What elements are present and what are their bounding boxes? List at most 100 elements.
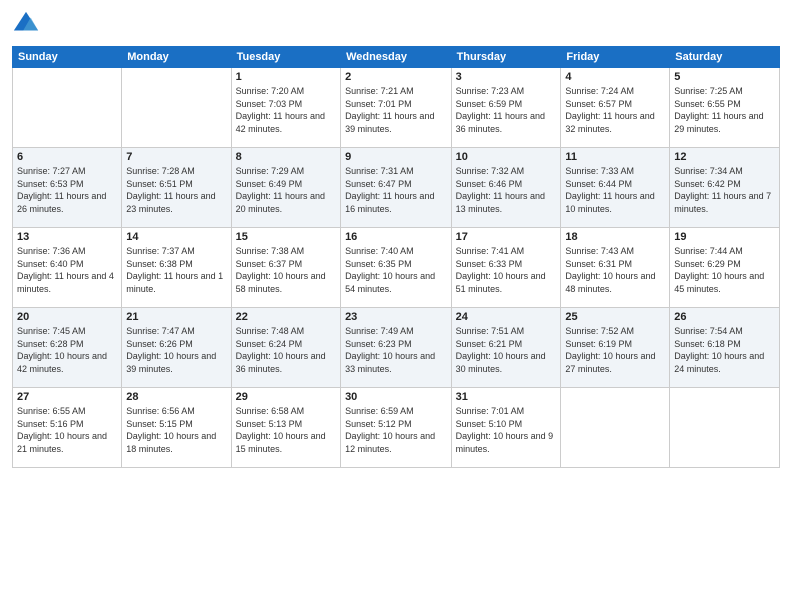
day-number: 3	[456, 71, 557, 83]
day-info: Sunrise: 7:45 AMSunset: 6:28 PMDaylight:…	[17, 325, 117, 375]
day-info: Sunrise: 7:54 AMSunset: 6:18 PMDaylight:…	[674, 325, 775, 375]
day-number: 15	[236, 231, 336, 243]
day-info: Sunrise: 7:27 AMSunset: 6:53 PMDaylight:…	[17, 165, 117, 215]
day-number: 20	[17, 311, 117, 323]
calendar-cell: 30Sunrise: 6:59 AMSunset: 5:12 PMDayligh…	[341, 388, 452, 468]
day-info: Sunrise: 7:48 AMSunset: 6:24 PMDaylight:…	[236, 325, 336, 375]
calendar-week-row: 6 Sunrise: 7:27 AMSunset: 6:53 PMDaylight…	[13, 148, 780, 228]
day-number: 1	[236, 71, 336, 83]
day-info: Sunrise: 7:43 AMSunset: 6:31 PMDaylight:…	[565, 245, 665, 295]
calendar-cell: 19 Sunrise: 7:44 AMSunset: 6:29 PMDayligh…	[670, 228, 780, 308]
day-info: Sunrise: 7:01 AMSunset: 5:10 PMDaylight:…	[456, 405, 557, 455]
day-number: 29	[236, 391, 336, 403]
calendar: SundayMondayTuesdayWednesdayThursdayFrid…	[12, 46, 780, 468]
day-number: 9	[345, 151, 447, 163]
day-number: 14	[126, 231, 226, 243]
day-number: 18	[565, 231, 665, 243]
day-number: 23	[345, 311, 447, 323]
day-number: 31	[456, 391, 557, 403]
calendar-week-row: 13 Sunrise: 7:36 AMSunset: 6:40 PMDayligh…	[13, 228, 780, 308]
day-info: Sunrise: 7:37 AMSunset: 6:38 PMDaylight:…	[126, 245, 226, 295]
day-number: 10	[456, 151, 557, 163]
day-number: 21	[126, 311, 226, 323]
day-info: Sunrise: 7:31 AMSunset: 6:47 PMDaylight:…	[345, 165, 447, 215]
calendar-cell	[13, 68, 122, 148]
day-number: 4	[565, 71, 665, 83]
logo	[12, 10, 44, 38]
calendar-cell: 10Sunrise: 7:32 AMSunset: 6:46 PMDayligh…	[451, 148, 561, 228]
day-number: 11	[565, 151, 665, 163]
day-number: 13	[17, 231, 117, 243]
calendar-cell: 5 Sunrise: 7:25 AMSunset: 6:55 PMDaylight…	[670, 68, 780, 148]
calendar-cell: 16 Sunrise: 7:40 AMSunset: 6:35 PMDayligh…	[341, 228, 452, 308]
weekday-header-cell: Tuesday	[231, 47, 340, 68]
day-info: Sunrise: 7:38 AMSunset: 6:37 PMDaylight:…	[236, 245, 336, 295]
calendar-body: 1Sunrise: 7:20 AMSunset: 7:03 PMDaylight…	[13, 68, 780, 468]
calendar-cell: 9 Sunrise: 7:31 AMSunset: 6:47 PMDaylight…	[341, 148, 452, 228]
calendar-cell: 25Sunrise: 7:52 AMSunset: 6:19 PMDayligh…	[561, 308, 670, 388]
calendar-cell: 1Sunrise: 7:20 AMSunset: 7:03 PMDaylight…	[231, 68, 340, 148]
calendar-cell: 31 Sunrise: 7:01 AMSunset: 5:10 PMDayligh…	[451, 388, 561, 468]
weekday-header-cell: Sunday	[13, 47, 122, 68]
calendar-cell: 2 Sunrise: 7:21 AMSunset: 7:01 PMDaylight…	[341, 68, 452, 148]
calendar-cell: 22Sunrise: 7:48 AMSunset: 6:24 PMDayligh…	[231, 308, 340, 388]
day-info: Sunrise: 7:49 AMSunset: 6:23 PMDaylight:…	[345, 325, 447, 375]
day-info: Sunrise: 6:58 AMSunset: 5:13 PMDaylight:…	[236, 405, 336, 455]
calendar-cell: 26 Sunrise: 7:54 AMSunset: 6:18 PMDayligh…	[670, 308, 780, 388]
calendar-cell: 8Sunrise: 7:29 AMSunset: 6:49 PMDaylight…	[231, 148, 340, 228]
day-number: 5	[674, 71, 775, 83]
calendar-week-row: 1Sunrise: 7:20 AMSunset: 7:03 PMDaylight…	[13, 68, 780, 148]
weekday-header-cell: Monday	[122, 47, 231, 68]
day-number: 25	[565, 311, 665, 323]
calendar-cell: 29 Sunrise: 6:58 AMSunset: 5:13 PMDayligh…	[231, 388, 340, 468]
day-number: 28	[126, 391, 226, 403]
calendar-cell: 20 Sunrise: 7:45 AMSunset: 6:28 PMDayligh…	[13, 308, 122, 388]
calendar-cell: 6 Sunrise: 7:27 AMSunset: 6:53 PMDaylight…	[13, 148, 122, 228]
weekday-header-cell: Thursday	[451, 47, 561, 68]
day-info: Sunrise: 7:23 AMSunset: 6:59 PMDaylight:…	[456, 85, 557, 135]
calendar-cell: 7Sunrise: 7:28 AMSunset: 6:51 PMDaylight…	[122, 148, 231, 228]
calendar-week-row: 27Sunrise: 6:55 AMSunset: 5:16 PMDayligh…	[13, 388, 780, 468]
header	[12, 10, 780, 38]
weekday-header-cell: Saturday	[670, 47, 780, 68]
day-info: Sunrise: 7:47 AMSunset: 6:26 PMDaylight:…	[126, 325, 226, 375]
calendar-week-row: 20 Sunrise: 7:45 AMSunset: 6:28 PMDayligh…	[13, 308, 780, 388]
day-number: 19	[674, 231, 775, 243]
calendar-cell: 17Sunrise: 7:41 AMSunset: 6:33 PMDayligh…	[451, 228, 561, 308]
calendar-cell: 18 Sunrise: 7:43 AMSunset: 6:31 PMDayligh…	[561, 228, 670, 308]
calendar-cell: 12 Sunrise: 7:34 AMSunset: 6:42 PMDayligh…	[670, 148, 780, 228]
day-info: Sunrise: 7:44 AMSunset: 6:29 PMDaylight:…	[674, 245, 775, 295]
calendar-cell: 13 Sunrise: 7:36 AMSunset: 6:40 PMDayligh…	[13, 228, 122, 308]
calendar-cell: 11 Sunrise: 7:33 AMSunset: 6:44 PMDayligh…	[561, 148, 670, 228]
day-number: 8	[236, 151, 336, 163]
calendar-cell: 28 Sunrise: 6:56 AMSunset: 5:15 PMDayligh…	[122, 388, 231, 468]
day-number: 6	[17, 151, 117, 163]
day-info: Sunrise: 7:40 AMSunset: 6:35 PMDaylight:…	[345, 245, 447, 295]
day-number: 12	[674, 151, 775, 163]
day-number: 26	[674, 311, 775, 323]
day-info: Sunrise: 7:34 AMSunset: 6:42 PMDaylight:…	[674, 165, 775, 215]
calendar-cell: 14 Sunrise: 7:37 AMSunset: 6:38 PMDayligh…	[122, 228, 231, 308]
day-info: Sunrise: 7:36 AMSunset: 6:40 PMDaylight:…	[17, 245, 117, 295]
day-info: Sunrise: 7:33 AMSunset: 6:44 PMDaylight:…	[565, 165, 665, 215]
calendar-cell	[561, 388, 670, 468]
calendar-cell: 3 Sunrise: 7:23 AMSunset: 6:59 PMDaylight…	[451, 68, 561, 148]
day-info: Sunrise: 7:25 AMSunset: 6:55 PMDaylight:…	[674, 85, 775, 135]
day-info: Sunrise: 6:55 AMSunset: 5:16 PMDaylight:…	[17, 405, 117, 455]
day-number: 2	[345, 71, 447, 83]
logo-icon	[12, 10, 40, 38]
calendar-cell: 21 Sunrise: 7:47 AMSunset: 6:26 PMDayligh…	[122, 308, 231, 388]
calendar-cell	[670, 388, 780, 468]
day-info: Sunrise: 7:24 AMSunset: 6:57 PMDaylight:…	[565, 85, 665, 135]
day-number: 7	[126, 151, 226, 163]
day-number: 17	[456, 231, 557, 243]
day-number: 16	[345, 231, 447, 243]
calendar-cell: 27Sunrise: 6:55 AMSunset: 5:16 PMDayligh…	[13, 388, 122, 468]
calendar-cell: 23 Sunrise: 7:49 AMSunset: 6:23 PMDayligh…	[341, 308, 452, 388]
weekday-header-row: SundayMondayTuesdayWednesdayThursdayFrid…	[13, 47, 780, 68]
day-info: Sunrise: 6:56 AMSunset: 5:15 PMDaylight:…	[126, 405, 226, 455]
day-number: 30	[345, 391, 447, 403]
weekday-header-cell: Friday	[561, 47, 670, 68]
day-number: 24	[456, 311, 557, 323]
day-info: Sunrise: 7:21 AMSunset: 7:01 PMDaylight:…	[345, 85, 447, 135]
